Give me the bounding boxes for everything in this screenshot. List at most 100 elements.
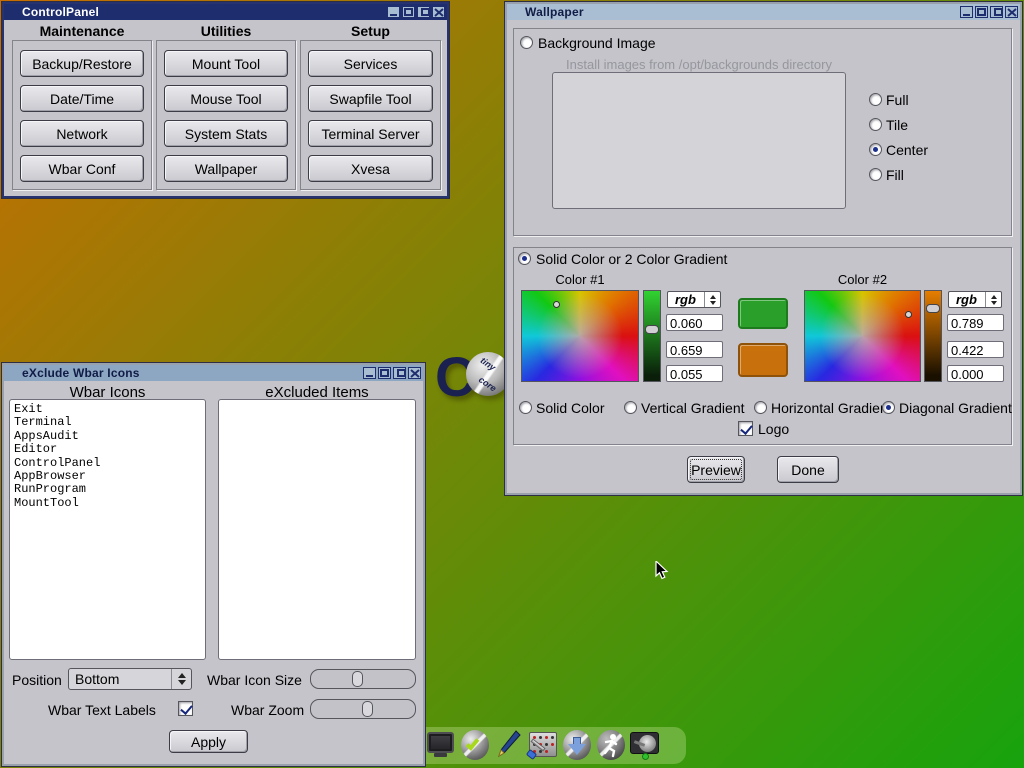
mode-tile-radio[interactable] [869,118,882,131]
maximize-icon[interactable] [975,6,988,18]
position-label: Position [12,672,62,688]
date-time-button[interactable]: Date/Time [20,85,144,112]
mount-tool-icon[interactable] [630,729,660,761]
list-item[interactable]: AppsAudit [14,430,201,443]
wbar-icon-size-slider[interactable] [310,669,416,689]
style-diagonal-radio[interactable] [882,401,895,414]
color1-r-field[interactable]: 0.060 [666,314,723,331]
solid-gradient-radio[interactable] [518,252,531,265]
run-program-icon[interactable] [596,729,626,761]
wbar-zoom-handle[interactable] [362,701,373,717]
control-panel-icon[interactable] [528,729,558,761]
maximize-icon[interactable] [378,367,391,379]
solid-gradient-label: Solid Color or 2 Color Gradient [536,251,727,267]
wbar-text-labels-checkbox[interactable] [178,701,193,716]
style-horizontal-radio[interactable] [754,401,767,414]
mode-tile-label: Tile [886,117,908,133]
logo-checkbox[interactable] [738,421,753,436]
mode-full-radio[interactable] [869,93,882,106]
mode-fill-label: Fill [886,167,904,183]
mode-center-radio[interactable] [869,143,882,156]
background-image-label: Background Image [538,35,656,51]
apps-audit-icon[interactable] [460,729,490,761]
apply-button[interactable]: Apply [169,730,248,753]
minimize-icon[interactable] [387,6,400,18]
color1-b-field[interactable]: 0.055 [666,365,723,382]
system-stats-button[interactable]: System Stats [164,120,288,147]
background-image-radio[interactable] [520,36,533,49]
shade-icon[interactable] [417,6,430,18]
excluded-items-list[interactable] [218,399,416,660]
app-browser-icon[interactable] [562,729,592,761]
xvesa-button[interactable]: Xvesa [308,155,433,182]
wbar-icon-size-label: Wbar Icon Size [207,672,302,688]
color2-hue-square[interactable] [804,290,921,382]
style-vertical-radio[interactable] [624,401,637,414]
color1-g-field[interactable]: 0.659 [666,341,723,358]
color1-mode-dropdown[interactable]: rgb [667,291,721,308]
color1-value-slider[interactable] [643,290,661,382]
wbar-conf-button[interactable]: Wbar Conf [20,155,144,182]
list-item[interactable]: Editor [14,443,201,456]
column-header-maintenance: Maintenance [12,23,152,39]
mouse-tool-button[interactable]: Mouse Tool [164,85,288,112]
color2-r-field[interactable]: 0.789 [947,314,1004,331]
color1-value-handle[interactable] [645,325,659,334]
background-image-group: Background Image Install images from /op… [513,28,1012,236]
style-solid-radio[interactable] [519,401,532,414]
style-diagonal-label: Diagonal Gradient [899,400,1012,416]
control-panel-titlebar[interactable]: ControlPanel [4,4,447,20]
network-button[interactable]: Network [20,120,144,147]
color1-hue-square[interactable] [521,290,639,382]
wbar-zoom-label: Wbar Zoom [231,702,304,718]
color2-value-slider[interactable] [924,290,942,382]
mode-center-label: Center [886,142,928,158]
list-item[interactable]: ControlPanel [14,457,201,470]
background-image-list[interactable] [552,72,846,209]
shade-icon[interactable] [990,6,1003,18]
done-button[interactable]: Done [777,456,839,483]
mount-tool-button[interactable]: Mount Tool [164,50,288,77]
color2-g-field[interactable]: 0.422 [947,341,1004,358]
color1-marker[interactable] [553,301,560,308]
terminal-server-button[interactable]: Terminal Server [308,120,433,147]
style-horizontal-label: Horizontal Gradient [771,400,892,416]
close-icon[interactable] [432,6,445,18]
swapfile-tool-button[interactable]: Swapfile Tool [308,85,433,112]
maximize-icon[interactable] [402,6,415,18]
wallpaper-titlebar[interactable]: Wallpaper [507,4,1020,20]
exclude-wbar-titlebar[interactable]: eXclude Wbar Icons [4,365,423,381]
wbar-zoom-slider[interactable] [310,699,416,719]
close-icon[interactable] [1005,6,1018,18]
window-title: ControlPanel [22,5,99,19]
list-item[interactable]: RunProgram [14,483,201,496]
color2-mode-dropdown[interactable]: rgb [948,291,1002,308]
list-item[interactable]: AppBrowser [14,470,201,483]
position-dropdown[interactable]: Bottom [68,668,192,690]
preview-button[interactable]: Preview [687,456,745,483]
list-item[interactable]: Terminal [14,416,201,429]
editor-icon[interactable] [494,729,524,761]
list-item[interactable]: Exit [14,403,201,416]
minimize-icon[interactable] [363,367,376,379]
terminal-icon[interactable] [426,729,456,761]
updown-arrows-icon [171,669,191,689]
shade-icon[interactable] [393,367,406,379]
close-icon[interactable] [408,367,421,379]
minimize-icon[interactable] [960,6,973,18]
wbar-icon-size-handle[interactable] [352,671,363,687]
wbar-icons-list[interactable]: Exit Terminal AppsAudit Editor ControlPa… [9,399,206,660]
mode-fill-radio[interactable] [869,168,882,181]
color2-value-handle[interactable] [926,304,940,313]
color1-label: Color #1 [521,272,639,287]
list-item[interactable]: MountTool [14,497,201,510]
color2-b-field[interactable]: 0.000 [947,365,1004,382]
mode-full-label: Full [886,92,909,108]
style-solid-label: Solid Color [536,400,604,416]
wallpaper-button[interactable]: Wallpaper [164,155,288,182]
logo-checkbox-label: Logo [758,421,789,437]
window-title: Wallpaper [525,5,584,19]
color2-marker[interactable] [905,311,912,318]
backup-restore-button[interactable]: Backup/Restore [20,50,144,77]
services-button[interactable]: Services [308,50,433,77]
